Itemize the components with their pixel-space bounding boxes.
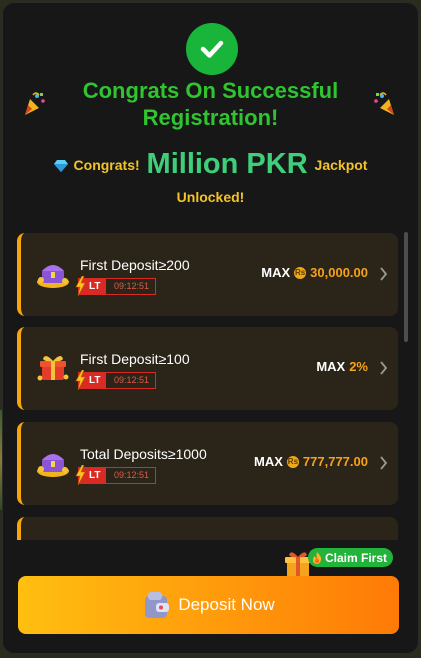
offer-reward: MAX 2%: [316, 359, 368, 374]
offer-card-first-deposit-100[interactable]: First Deposit≥100 LT 09:12:51 MAX 2%: [17, 327, 398, 410]
coin-icon: Rs: [286, 455, 299, 468]
deposit-now-button[interactable]: Deposit Now: [18, 576, 399, 634]
jackpot-text: Jackpot: [314, 157, 368, 173]
scrollbar[interactable]: [404, 232, 408, 342]
page-title: Congrats On Successful Registration!: [82, 78, 339, 130]
party-popper-icon: [25, 92, 45, 115]
unlocked-text: Unlocked!: [176, 189, 245, 205]
offer-reward: MAX Rs 30,000.00: [261, 265, 368, 280]
chevron-right-icon[interactable]: [379, 361, 388, 375]
lt-badge: LT: [75, 370, 106, 390]
lt-badge: LT: [75, 276, 106, 296]
gift-box-icon: [37, 355, 69, 381]
treasure-chest-icon: [37, 265, 69, 288]
lightning-icon: [75, 370, 86, 390]
congrats-text: Congrats!: [73, 157, 140, 173]
jackpot-amount: Million PKR: [146, 148, 308, 180]
offer-timer: LT 09:12:51: [75, 370, 157, 390]
jackpot-message: Congrats! Million PKR Jackpot: [43, 146, 378, 183]
gem-icon: [53, 160, 68, 173]
flame-icon: [313, 551, 322, 564]
party-popper-icon: [374, 92, 394, 115]
coin-icon: Rs: [294, 266, 307, 279]
countdown: 09:12:51: [105, 467, 157, 484]
lt-badge: LT: [75, 465, 106, 485]
offer-card-total-deposits-1000[interactable]: Total Deposits≥1000 LT 09:12:51 MAX Rs 7…: [17, 422, 398, 505]
offer-list[interactable]: First Deposit≥200 LT 09:12:51 MAX Rs 30,…: [17, 230, 400, 540]
chevron-right-icon[interactable]: [379, 267, 388, 281]
lightning-icon: [75, 276, 86, 296]
offer-card-partial[interactable]: [17, 517, 398, 540]
chevron-right-icon[interactable]: [379, 456, 388, 470]
lightning-icon: [75, 465, 86, 485]
offer-name: First Deposit≥100: [80, 351, 190, 367]
wallet-icon: [145, 592, 170, 618]
offer-name: First Deposit≥200: [80, 257, 190, 273]
claim-first-button[interactable]: Claim First: [308, 548, 394, 567]
offer-timer: LT 09:12:51: [75, 276, 157, 296]
offer-timer: LT 09:12:51: [75, 465, 157, 485]
treasure-chest-icon: [37, 454, 69, 477]
offer-card-first-deposit-200[interactable]: First Deposit≥200 LT 09:12:51 MAX Rs 30,…: [17, 233, 398, 316]
deposit-label: Deposit Now: [178, 595, 275, 614]
check-icon: [186, 23, 238, 75]
offer-reward: MAX Rs 777,777.00: [254, 454, 368, 469]
countdown: 09:12:51: [105, 278, 157, 295]
offer-name: Total Deposits≥1000: [80, 446, 207, 462]
countdown: 09:12:51: [105, 372, 157, 389]
